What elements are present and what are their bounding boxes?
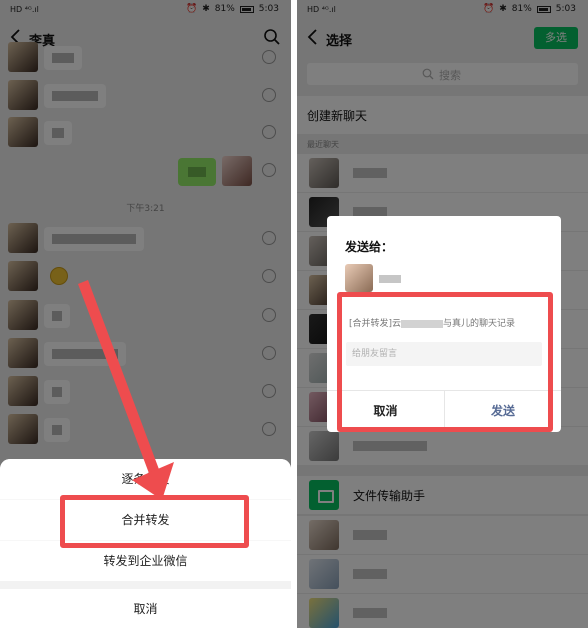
chat-screen: HD ⁴ᴳ.ıl ⏰ ✱ 81% 5:03 李真 下午3:21 bbox=[0, 0, 291, 628]
recipient-avatar bbox=[345, 264, 373, 292]
dialog-title: 发送给： bbox=[345, 240, 394, 254]
highlight-box bbox=[337, 292, 553, 432]
select-recipient-screen: HD ⁴ᴳ.ıl ⏰ ✱ 81% 5:03 选择 多选 搜索 创建新聊天 最近聊… bbox=[297, 0, 588, 628]
recipient-name bbox=[379, 275, 401, 283]
highlight-box bbox=[60, 495, 249, 548]
